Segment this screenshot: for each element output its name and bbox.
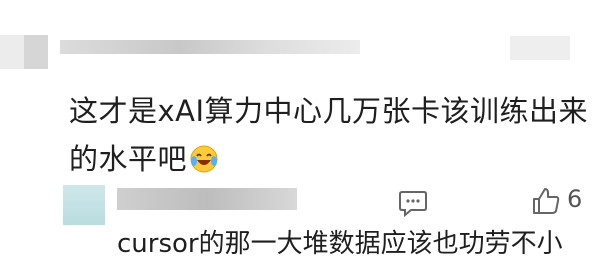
- comment-body: 这才是xAI算力中心几万张卡该训练出来的水平吧: [69, 94, 589, 176]
- comment-text: 这才是xAI算力中心几万张卡该训练出来的水平吧: [69, 87, 589, 183]
- like-count: 6: [567, 185, 583, 213]
- masked-username-reply: [117, 188, 297, 210]
- laughing-tears-emoji-icon: [189, 140, 219, 173]
- reply-like-button[interactable]: [530, 185, 562, 217]
- reply-comment-button[interactable]: [397, 186, 429, 218]
- comment-bubble-icon: [399, 191, 427, 218]
- thumbs-up-icon: [533, 188, 560, 214]
- masked-username-top: [60, 40, 360, 54]
- masked-avatar-top: [0, 35, 48, 69]
- reply-text: cursor的那一大堆数据应该也功劳不小: [117, 229, 563, 259]
- masked-meta-top: [510, 36, 570, 60]
- masked-avatar-reply: [63, 185, 105, 225]
